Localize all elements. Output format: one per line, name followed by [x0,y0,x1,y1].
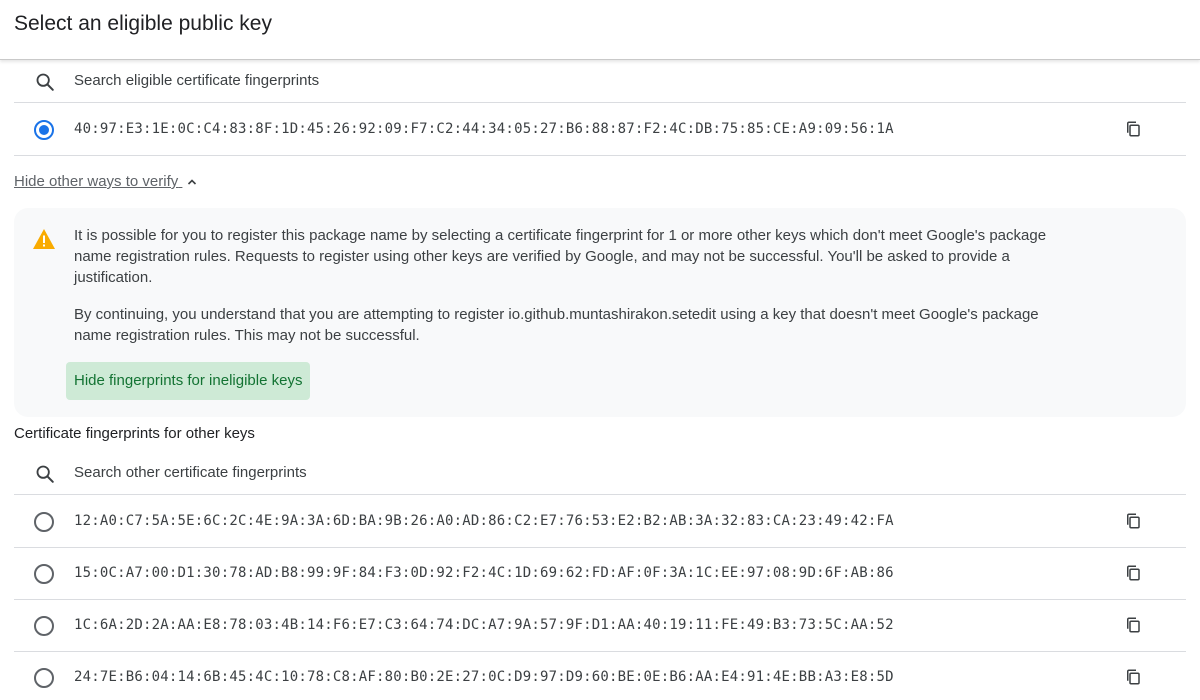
copy-icon[interactable] [1124,512,1142,530]
other-search-input[interactable]: Search other certificate fingerprints [74,464,307,481]
hide-other-ways-label: Hide other ways to verify [14,173,179,190]
fingerprint-value: 1C:6A:2D:2A:AA:E8:78:03:4B:14:F6:E7:C3:6… [74,617,894,633]
fingerprint-value: 24:7E:B6:04:14:6B:45:4C:10:78:C8:AF:80:B… [74,669,894,685]
other-fingerprint-row[interactable]: 12:A0:C7:5A:5E:6C:2C:4E:9A:3A:6D:BA:9B:2… [14,496,1186,548]
eligible-fingerprint-row[interactable]: 40:97:E3:1E:0C:C4:83:8F:1D:45:26:92:09:F… [14,104,1186,156]
other-search-row[interactable]: Search other certificate fingerprints [14,451,1186,495]
eligible-search-row[interactable]: Search eligible certificate fingerprints [14,59,1186,103]
other-keys-section-title: Certificate fingerprints for other keys [14,425,255,442]
search-icon [36,73,54,91]
copy-icon[interactable] [1124,616,1142,634]
chevron-up-icon [188,179,197,185]
warning-icon [33,229,55,249]
copy-icon[interactable] [1124,120,1142,138]
dialog-header: Select an eligible public key [0,0,1200,60]
fingerprint-value: 40:97:E3:1E:0C:C4:83:8F:1D:45:26:92:09:F… [74,121,894,137]
warning-text-1: It is possible for you to register this … [74,227,1047,286]
page-title: Select an eligible public key [14,12,272,35]
fingerprint-radio[interactable] [34,668,54,688]
other-fingerprint-row[interactable]: 1C:6A:2D:2A:AA:E8:78:03:4B:14:F6:E7:C3:6… [14,600,1186,652]
fingerprint-radio[interactable] [34,616,54,636]
fingerprint-radio[interactable] [34,120,54,140]
warning-text-2: By continuing, you understand that you a… [74,306,1039,344]
other-fingerprint-row[interactable]: 15:0C:A7:00:D1:30:78:AD:B8:99:9F:84:F3:0… [14,548,1186,600]
hide-other-ways-link[interactable]: Hide other ways to verify [14,173,198,190]
copy-icon[interactable] [1124,668,1142,686]
ineligible-warning-panel: It is possible for you to register this … [14,208,1186,417]
hide-ineligible-fingerprints-button[interactable]: Hide fingerprints for ineligible keys [66,362,311,400]
eligible-search-input[interactable]: Search eligible certificate fingerprints [74,72,319,89]
fingerprint-radio[interactable] [34,564,54,584]
copy-icon[interactable] [1124,564,1142,582]
fingerprint-value: 15:0C:A7:00:D1:30:78:AD:B8:99:9F:84:F3:0… [74,565,894,581]
fingerprint-radio[interactable] [34,512,54,532]
other-fingerprint-row[interactable]: 24:7E:B6:04:14:6B:45:4C:10:78:C8:AF:80:B… [14,652,1186,700]
search-icon [36,465,54,483]
fingerprint-value: 12:A0:C7:5A:5E:6C:2C:4E:9A:3A:6D:BA:9B:2… [74,513,894,529]
